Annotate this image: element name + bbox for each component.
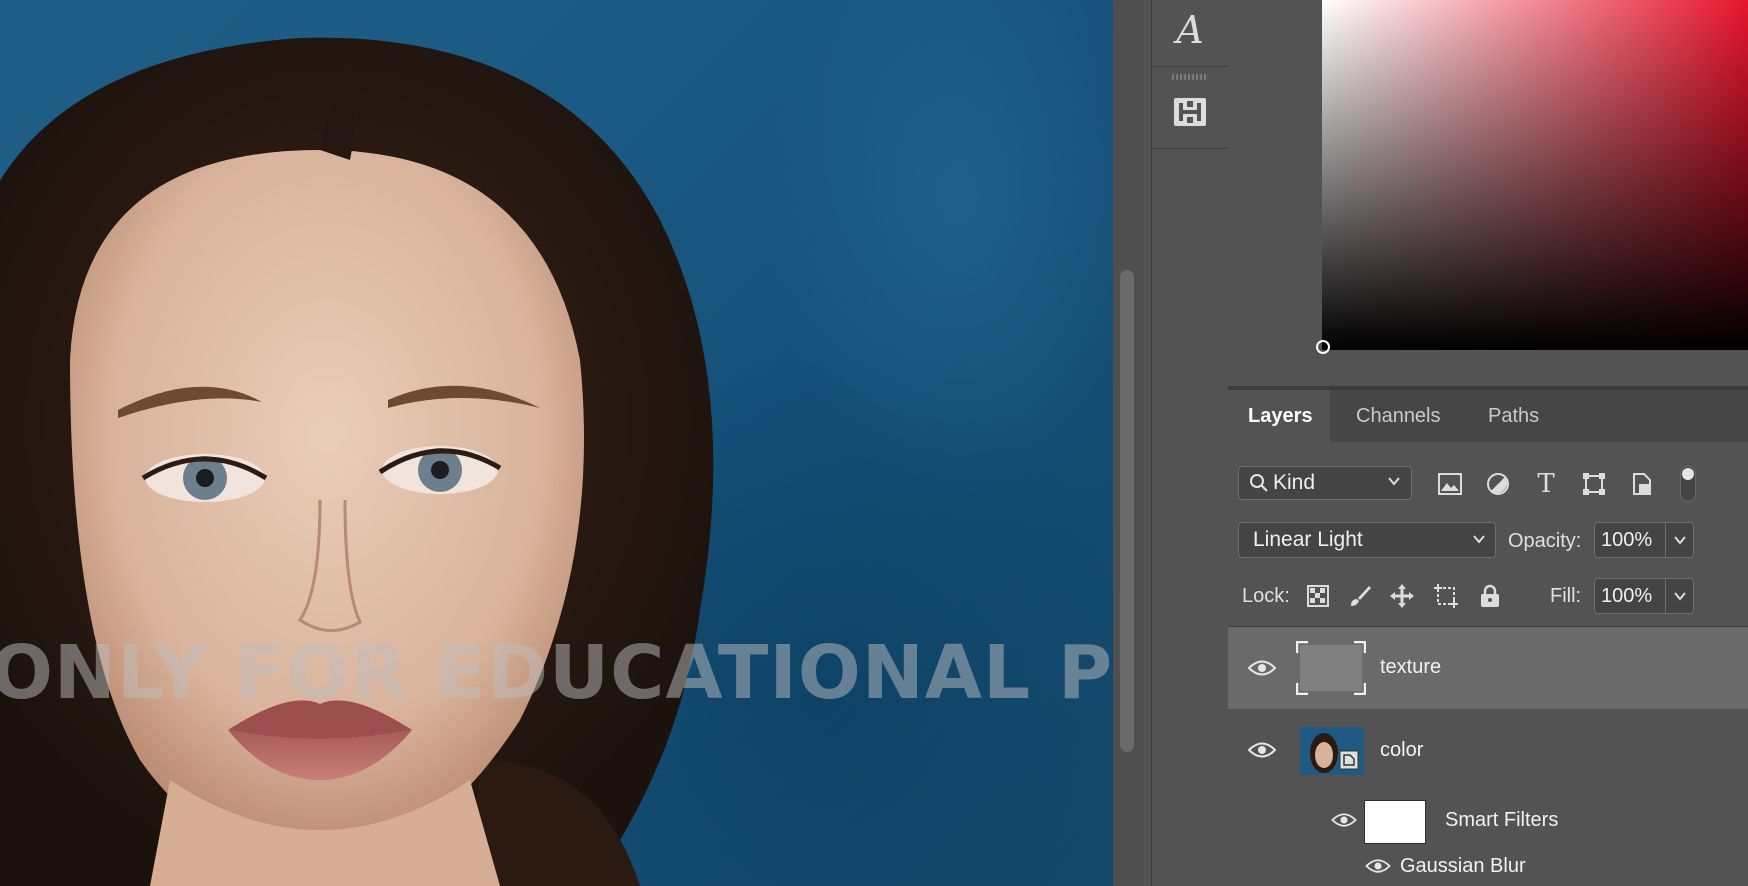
character-panel-button[interactable]: A <box>1152 0 1228 60</box>
smart-filter-mask-thumbnail[interactable] <box>1364 800 1426 844</box>
blend-mode-select[interactable]: Linear Light <box>1238 522 1496 558</box>
canvas-vertical-scrollbar[interactable] <box>1113 0 1143 886</box>
fill-dropdown[interactable] <box>1666 578 1694 614</box>
watermark-text: ONLY FOR EDUCATIONAL PURP <box>0 630 1113 716</box>
lock-image-pixels-button[interactable] <box>1346 582 1374 610</box>
chevron-down-icon <box>1673 536 1686 545</box>
right-panels: Layers Channels Paths Kind T Linear Ligh… <box>1228 0 1748 886</box>
shape-filter-button[interactable] <box>1580 470 1608 498</box>
pixel-filter-button[interactable] <box>1436 470 1464 498</box>
layer-row-color[interactable]: color <box>1228 710 1748 790</box>
type-filter-icon: T <box>1537 469 1555 499</box>
eye-icon <box>1365 859 1391 873</box>
panel-tool-strip: A <box>1151 0 1229 886</box>
adjustment-filter-button[interactable] <box>1484 470 1512 498</box>
layer-name[interactable]: Gaussian Blur <box>1400 855 1526 878</box>
layer-name[interactable]: texture <box>1380 656 1441 679</box>
type-filter-button[interactable]: T <box>1532 469 1560 499</box>
portrait-thumbnail <box>1300 727 1364 775</box>
pixel-filter-icon <box>1438 473 1462 495</box>
opacity-dropdown[interactable] <box>1666 522 1694 558</box>
artboard-icon <box>1434 584 1458 608</box>
eye-icon <box>1248 660 1276 676</box>
eye-icon <box>1248 742 1276 758</box>
color-picker-ring[interactable] <box>1316 340 1330 354</box>
tab-layers[interactable]: Layers <box>1230 390 1330 442</box>
layers-panel-tabs: Layers Channels Paths <box>1230 390 1748 442</box>
tab-paths[interactable]: Paths <box>1470 390 1557 442</box>
visibility-toggle[interactable] <box>1363 856 1393 876</box>
visibility-toggle[interactable] <box>1247 658 1277 678</box>
smart-object-filter-button[interactable] <box>1628 470 1656 498</box>
layer-row-smart-filters[interactable]: Smart Filters <box>1228 790 1748 844</box>
chevron-down-icon <box>1673 592 1686 601</box>
lock-all-button[interactable] <box>1476 582 1504 610</box>
layer-row-texture[interactable]: texture <box>1228 627 1748 709</box>
fill-field[interactable]: 100% <box>1594 578 1666 614</box>
portrait-photo <box>0 37 714 886</box>
color-picker-field[interactable] <box>1322 0 1748 350</box>
search-icon <box>1250 474 1268 492</box>
selected-thumbnail-frame <box>1295 640 1367 696</box>
visibility-toggle[interactable] <box>1329 810 1359 830</box>
glyphs-panel-button[interactable] <box>1152 82 1228 142</box>
brush-icon <box>1351 586 1371 606</box>
tool-divider <box>1152 66 1228 67</box>
opacity-field[interactable]: 100% <box>1594 522 1666 558</box>
glyphs-grid-icon <box>1174 98 1206 126</box>
chevron-down-icon <box>1473 535 1485 544</box>
tab-channels[interactable]: Channels <box>1338 390 1459 442</box>
eye-icon <box>1331 813 1357 827</box>
chevron-down-icon <box>1388 477 1400 486</box>
checkerboard-icon <box>1307 585 1329 607</box>
visibility-toggle[interactable] <box>1247 740 1277 760</box>
scrollbar-thumb[interactable] <box>1120 270 1134 752</box>
document-canvas[interactable]: ONLY FOR EDUCATIONAL PURP <box>0 0 1113 886</box>
filter-kind-select[interactable]: Kind <box>1238 466 1412 500</box>
layer-name[interactable]: color <box>1380 739 1423 762</box>
move-arrows-icon <box>1390 584 1414 608</box>
character-A-icon: A <box>1176 8 1204 52</box>
shape-filter-icon <box>1583 473 1605 495</box>
layer-name[interactable]: Smart Filters <box>1445 809 1558 832</box>
smart-object-filter-icon <box>1633 473 1651 495</box>
panel-grip[interactable] <box>1172 74 1208 80</box>
layer-thumbnail <box>1300 727 1364 775</box>
lock-artboard-button[interactable] <box>1432 582 1460 610</box>
tool-divider <box>1152 148 1228 149</box>
adjustment-filter-icon <box>1487 473 1509 495</box>
lock-transparent-pixels-button[interactable] <box>1304 582 1332 610</box>
layer-row-gaussian-blur[interactable]: Gaussian Blur <box>1228 846 1748 886</box>
filter-kind-label: Kind <box>1273 471 1316 494</box>
fill-label: Fill: <box>1550 585 1582 607</box>
layer-thumbnail <box>1295 640 1367 696</box>
opacity-label: Opacity: <box>1508 530 1582 552</box>
lock-label: Lock: <box>1242 585 1290 607</box>
blend-mode-value: Linear Light <box>1253 528 1363 551</box>
lock-position-button[interactable] <box>1388 582 1416 610</box>
filter-toggle-switch[interactable] <box>1680 466 1696 502</box>
lock-icon <box>1481 584 1499 607</box>
